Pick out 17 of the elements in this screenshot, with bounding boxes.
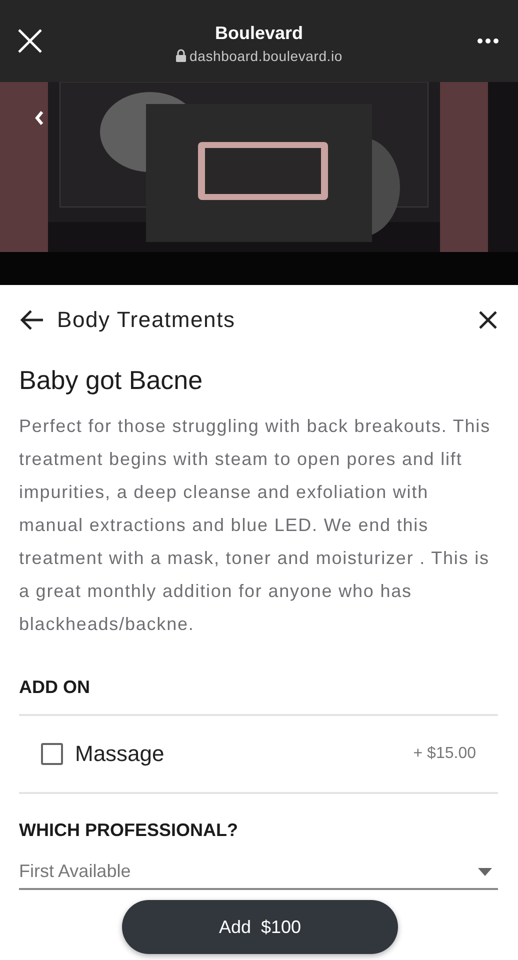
add-button[interactable]: Add $100 xyxy=(122,900,398,954)
page-title: Boulevard xyxy=(214,22,304,44)
service-description: Perfect for those struggling with back breakouts. This treatment begins with steam to open pores and lift impurities, a deep cleanse and exfoliation with manual extractions and blue LED. We end this treatment with a mask, toner and moisturizer . This is a great monthly addition for anyone who has blackheads/backne. xyxy=(19,415,492,636)
option-label: Massage xyxy=(75,741,166,767)
service-name: Baby got Bacne xyxy=(19,365,204,396)
professional-select[interactable]: First Available xyxy=(19,851,498,890)
checkbox[interactable] xyxy=(41,743,63,765)
option-price: + $15.00 xyxy=(413,745,476,763)
url-text: dashboard.boulevard.io xyxy=(190,48,342,64)
caret-icon xyxy=(478,868,492,876)
section-heading: WHICH PROFESSIONAL? xyxy=(19,819,239,842)
chevron-left-icon[interactable] xyxy=(34,110,44,126)
section-heading: ADD ON xyxy=(19,676,91,699)
lock-icon xyxy=(176,49,186,62)
close-icon[interactable] xyxy=(478,310,498,330)
category-title: Body Treatments xyxy=(57,307,236,333)
back-arrow-icon[interactable] xyxy=(19,309,45,331)
